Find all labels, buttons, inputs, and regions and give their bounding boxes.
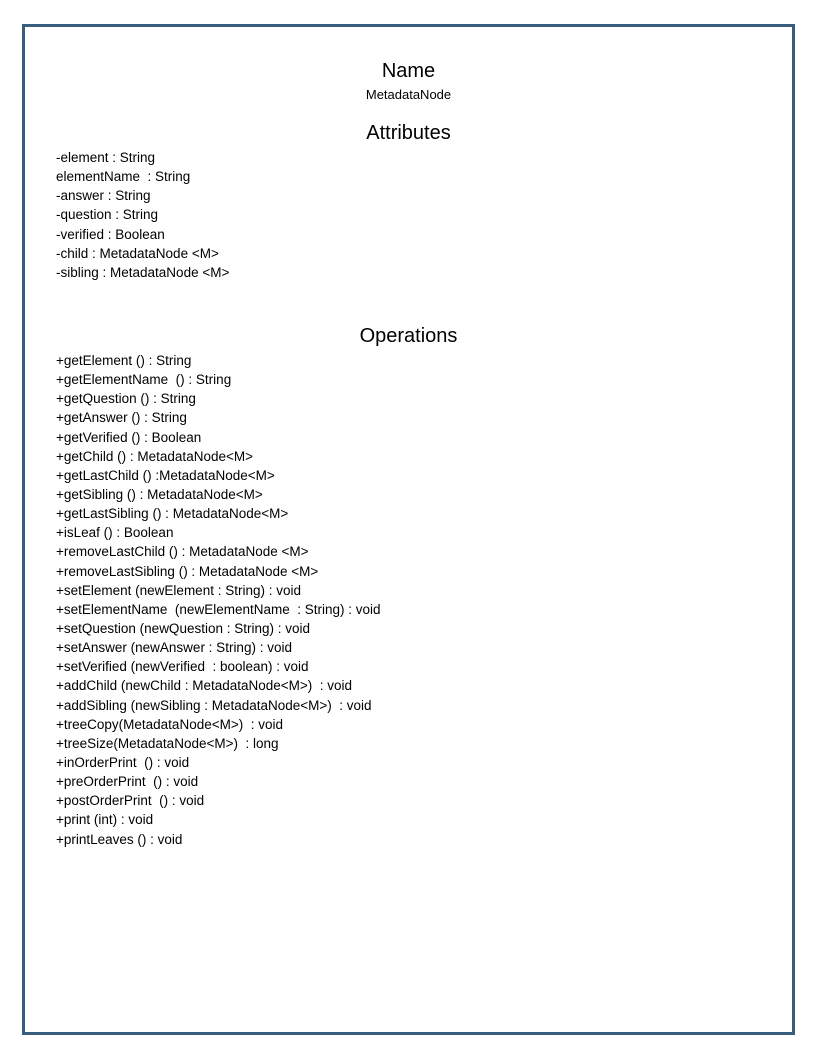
operation-item: +setElement (newElement : String) : void bbox=[56, 582, 301, 598]
attributes-heading: Attributes bbox=[366, 122, 451, 144]
operation-item: +getSibling () : MetadataNode<M> bbox=[56, 486, 263, 502]
operation-item: +getVerified () : Boolean bbox=[56, 429, 202, 445]
attribute-item: -verified : Boolean bbox=[56, 226, 165, 242]
operation-item: +setQuestion (newQuestion : String) : vo… bbox=[56, 620, 311, 636]
operation-item: +getQuestion () : String bbox=[56, 391, 196, 407]
operation-item: +getElementName () : String bbox=[56, 372, 232, 388]
operation-item: +inOrderPrint () : void bbox=[56, 754, 190, 770]
attributes-list: -element : String elementName : String -… bbox=[56, 148, 229, 282]
operation-item: +removeLastChild () : MetadataNode <M> bbox=[56, 544, 309, 560]
operation-item: +preOrderPrint () : void bbox=[56, 774, 199, 790]
operation-item: +getLastChild () :MetadataNode<M> bbox=[56, 467, 275, 483]
operation-item: +addSibling (newSibling : MetadataNode<M… bbox=[56, 697, 372, 713]
operation-item: +removeLastSibling () : MetadataNode <M> bbox=[56, 563, 319, 579]
uml-class-box: Name MetadataNode Attributes -element : … bbox=[22, 24, 795, 1035]
class-name: MetadataNode bbox=[365, 87, 452, 102]
attribute-item: -element : String bbox=[56, 150, 156, 165]
operation-item: +setVerified (newVerified : boolean) : v… bbox=[56, 659, 309, 675]
attribute-item: elementName : String bbox=[56, 169, 191, 185]
operation-item: +setAnswer (newAnswer : String) : void bbox=[56, 640, 292, 656]
operation-item: +printLeaves () : void bbox=[56, 831, 183, 847]
operation-item: +print (int) : void bbox=[56, 812, 154, 828]
name-heading: Name bbox=[381, 60, 436, 82]
operation-item: +postOrderPrint () : void bbox=[56, 793, 205, 809]
operation-item: +getAnswer () : String bbox=[56, 410, 187, 426]
operations-heading: Operations bbox=[359, 325, 458, 347]
operations-list: +getElement () : String +getElementName … bbox=[56, 351, 381, 849]
operation-item: +setElementName (newElementName : String… bbox=[56, 601, 381, 617]
attribute-item: -child : MetadataNode <M> bbox=[56, 245, 219, 261]
operation-item: +getElement () : String bbox=[56, 353, 192, 368]
attribute-item: -answer : String bbox=[56, 188, 151, 204]
operation-item: +isLeaf () : Boolean bbox=[56, 525, 174, 541]
attribute-item: -question : String bbox=[56, 207, 159, 223]
operation-item: +addChild (newChild : MetadataNode<M>) :… bbox=[56, 678, 353, 694]
operation-item: +treeCopy(MetadataNode<M>) : void bbox=[56, 716, 283, 732]
operation-item: +getChild () : MetadataNode<M> bbox=[56, 448, 253, 464]
attribute-item: -sibling : MetadataNode <M> bbox=[56, 264, 230, 280]
operation-item: +getLastSibling () : MetadataNode<M> bbox=[56, 506, 289, 522]
operation-item: +treeSize(MetadataNode<M>) : long bbox=[56, 735, 279, 751]
